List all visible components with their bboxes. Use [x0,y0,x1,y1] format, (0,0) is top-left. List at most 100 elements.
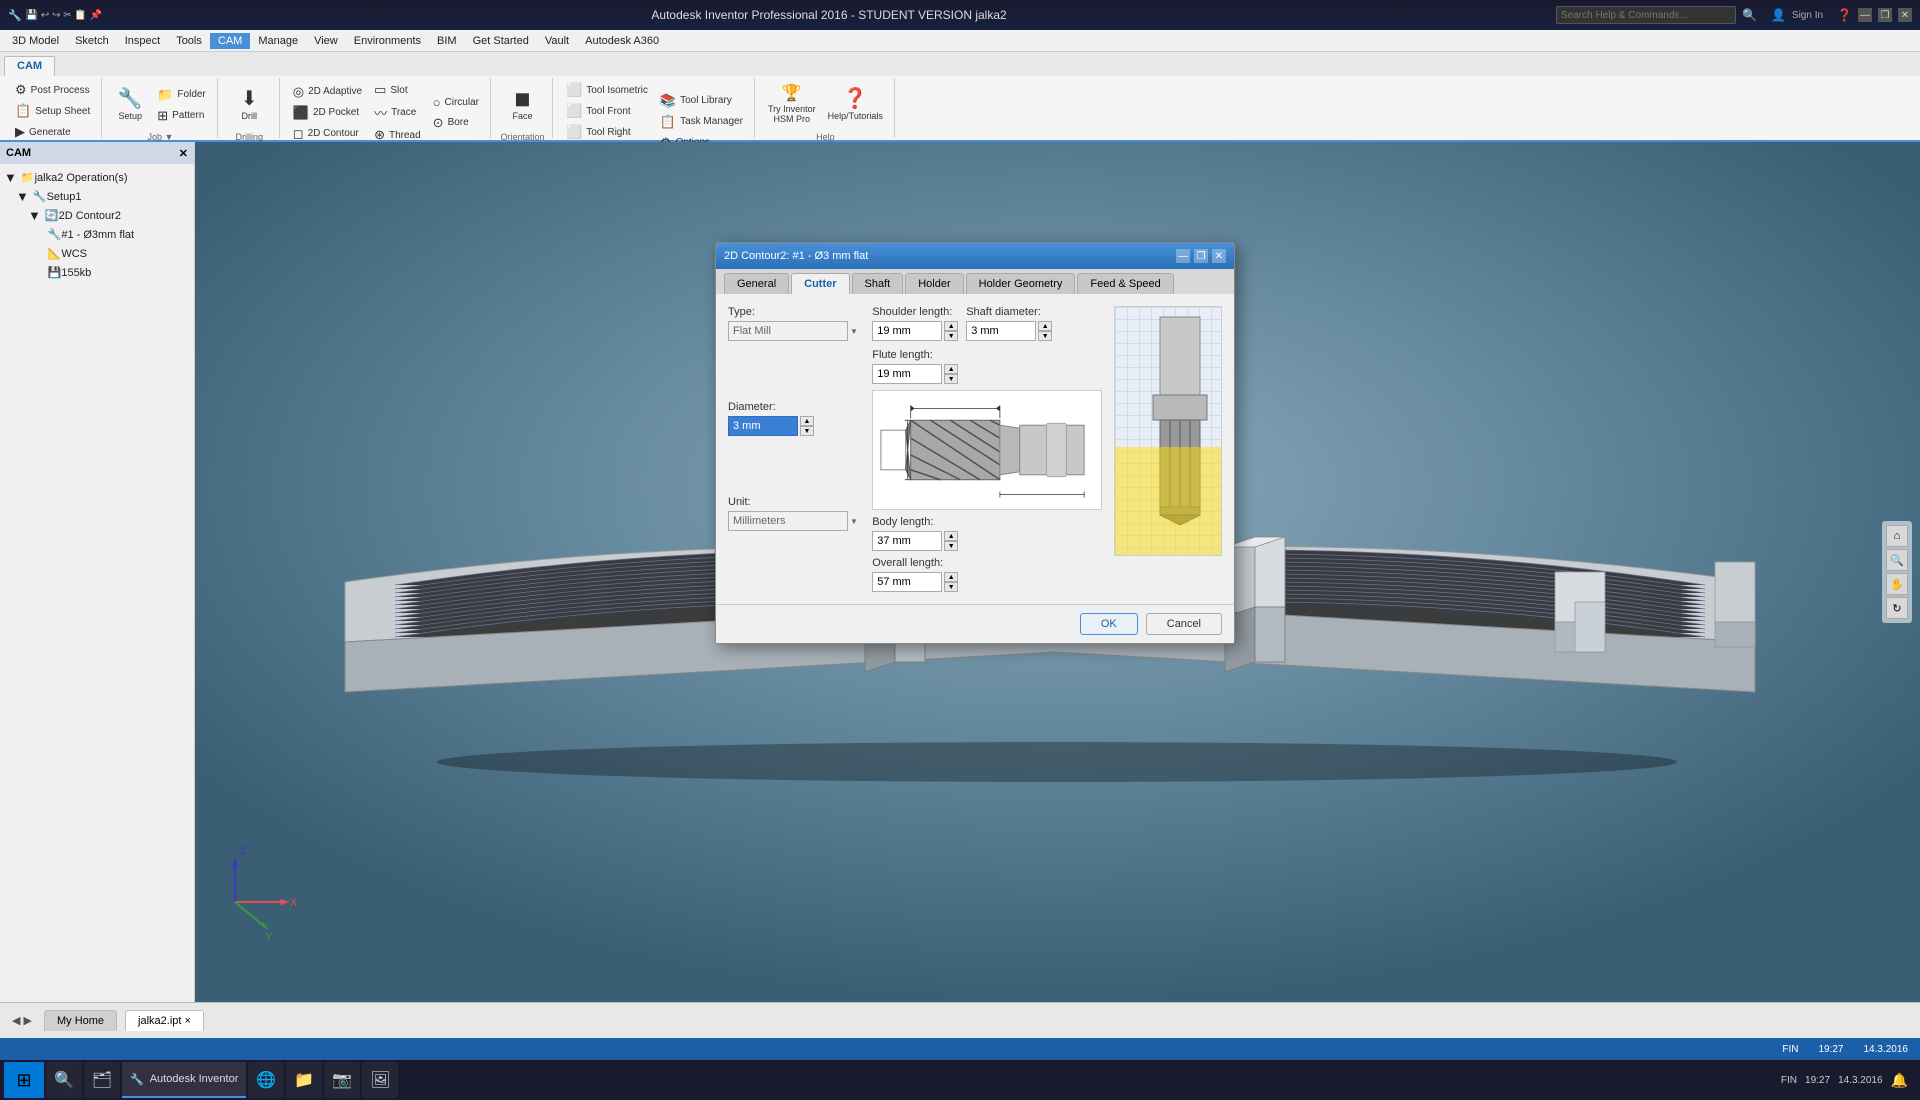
menu-a360[interactable]: Autodesk A360 [577,33,667,49]
taskbar-search-button[interactable]: 🔍 [46,1062,82,1098]
taskbar-browser-button[interactable]: 🌐 [248,1062,284,1098]
overall-length-input[interactable] [872,572,942,592]
trace-button[interactable]: 〰 Trace [369,101,426,124]
tool-front-button[interactable]: ⬜ Tool Front [561,101,653,121]
overall-length-input-container: ▲ ▼ [872,572,1102,592]
dialog-tab-shaft[interactable]: Shaft [852,273,904,294]
slot-button[interactable]: ▭ Slot [369,80,426,100]
ribbon-tab-cam[interactable]: CAM [4,56,55,76]
tree-item-root[interactable]: ▼ 📁 jalka2 Operation(s) [0,168,194,187]
dialog-close-button[interactable]: ✕ [1212,249,1226,263]
dialog-tab-holder-geometry[interactable]: Holder Geometry [966,273,1076,294]
face-button[interactable]: ◼ Face [502,80,542,130]
flute-length-up[interactable]: ▲ [944,364,958,374]
unit-dropdown-icon[interactable]: ▼ [850,517,858,526]
setup-button[interactable]: 🔧 Setup [110,80,150,130]
2d-adaptive-button[interactable]: ◎ 2D Adaptive [288,82,367,102]
type-input[interactable] [728,321,848,341]
tool-isometric-button[interactable]: ⬜ Tool Isometric [561,80,653,100]
viewport[interactable]: Z X Y ⌂ 🔍 ✋ ↻ 2D Contour2: #1 - Ø3 mm fl… [195,142,1920,1002]
type-dropdown-icon[interactable]: ▼ [850,327,858,336]
tree-item-2dcontour2[interactable]: ▼ 🔄 2D Contour2 [0,206,194,225]
ok-button[interactable]: OK [1080,613,1138,635]
minimize-button[interactable]: — [1858,8,1872,22]
menu-environments[interactable]: Environments [346,33,429,49]
drill-button[interactable]: ⬇ Drill [229,80,269,130]
menu-tools[interactable]: Tools [168,33,210,49]
shoulder-length-input[interactable] [872,321,942,341]
taskbar-camera-button[interactable]: 📷 [324,1062,360,1098]
menu-sketch[interactable]: Sketch [67,33,117,49]
generate-button[interactable]: ▶ Generate [10,122,95,142]
generate-icon: ▶ [15,124,25,140]
tool-isometric-icon: ⬜ [566,82,582,98]
menu-manage[interactable]: Manage [250,33,306,49]
diameter-input[interactable] [728,416,798,436]
dialog-tab-holder[interactable]: Holder [905,273,963,294]
diameter-down-button[interactable]: ▼ [800,426,814,436]
menu-vault[interactable]: Vault [537,33,577,49]
shoulder-length-up[interactable]: ▲ [944,321,958,331]
sign-in-label[interactable]: Sign In [1792,10,1823,21]
circular-button[interactable]: ○ Circular [428,93,484,112]
setup-sheet-icon: 📋 [15,103,31,119]
flute-length-down[interactable]: ▼ [944,374,958,384]
body-length-down[interactable]: ▼ [944,541,958,551]
cam-panel-close-icon[interactable]: ✕ [179,147,188,160]
taskbar-inventor-app[interactable]: 🔧 Autodesk Inventor [122,1062,246,1098]
dialog-restore-button[interactable]: ❐ [1194,249,1208,263]
menu-bim[interactable]: BIM [429,33,465,49]
help-tutorials-button[interactable]: ❓ Help/Tutorials [823,80,888,130]
tab-my-home[interactable]: My Home [44,1010,117,1031]
cancel-button[interactable]: Cancel [1146,613,1222,635]
body-length-input[interactable] [872,531,942,551]
tree-item-setup1[interactable]: ▼ 🔧 Setup1 [0,187,194,206]
sign-in-icon[interactable]: 👤 [1771,8,1786,22]
unit-input[interactable] [728,511,848,531]
bore-button[interactable]: ⊙ Bore [428,113,484,133]
overall-length-up[interactable]: ▲ [944,572,958,582]
taskbar-explorer-button[interactable]: 📁 [286,1062,322,1098]
dialog-tab-cutter[interactable]: Cutter [791,273,849,294]
search-input[interactable] [1556,6,1736,24]
menu-3dmodel[interactable]: 3D Model [4,33,67,49]
flute-length-input[interactable] [872,364,942,384]
close-button[interactable]: ✕ [1898,8,1912,22]
taskbar-ps-button[interactable]: 🖼 [362,1062,398,1098]
2d-pocket-button[interactable]: ⬛ 2D Pocket [288,103,367,123]
dialog-tab-feed-speed[interactable]: Feed & Speed [1077,273,1173,294]
shoulder-length-down[interactable]: ▼ [944,331,958,341]
pattern-button[interactable]: ⊞ Pattern [152,106,211,126]
diameter-up-button[interactable]: ▲ [800,416,814,426]
shaft-diameter-up[interactable]: ▲ [1038,321,1052,331]
menu-inspect[interactable]: Inspect [117,33,168,49]
tray-notifications-button[interactable]: 🔔 [1891,1072,1908,1089]
ribbon-group-manage: ⬜ Tool Isometric ⬜ Tool Front ⬜ Tool Rig… [555,78,755,138]
menu-cam[interactable]: CAM [210,33,250,49]
tree-item-tool[interactable]: 🔧 #1 - Ø3mm flat [0,225,194,244]
taskbar-task-view-button[interactable]: 🗂 [84,1062,120,1098]
task-manager-button[interactable]: 📋 Task Manager [655,112,748,132]
tree-item-file[interactable]: 💾 155kb [0,263,194,282]
shaft-diameter-input[interactable] [966,321,1036,341]
overall-length-down[interactable]: ▼ [944,582,958,592]
shaft-diameter-down[interactable]: ▼ [1038,331,1052,341]
dialog-minimize-button[interactable]: — [1176,249,1190,263]
tree-item-wcs[interactable]: 📐 WCS [0,244,194,263]
dialog-tab-general[interactable]: General [724,273,789,294]
tool-library-button[interactable]: 📚 Tool Library [655,91,748,111]
menu-view[interactable]: View [306,33,346,49]
body-length-up[interactable]: ▲ [944,531,958,541]
setup-sheet-button[interactable]: 📋 Setup Sheet [10,101,95,121]
tool-right-button[interactable]: ⬜ Tool Right [561,122,653,142]
search-icon[interactable]: 🔍 [1742,8,1757,22]
folder-button[interactable]: 📁 Folder [152,85,211,105]
help-icon[interactable]: ❓ [1837,8,1852,22]
post-process-button[interactable]: ⚙ Post Process [10,80,95,100]
try-inventor-button[interactable]: 🏆 Try InventorHSM Pro [763,80,821,130]
2d-contour-button[interactable]: ◻ 2D Contour [288,124,367,144]
tab-jalka2[interactable]: jalka2.ipt × [125,1010,204,1031]
start-button[interactable]: ⊞ [4,1062,44,1098]
restore-button[interactable]: ❐ [1878,8,1892,22]
menu-get-started[interactable]: Get Started [465,33,537,49]
